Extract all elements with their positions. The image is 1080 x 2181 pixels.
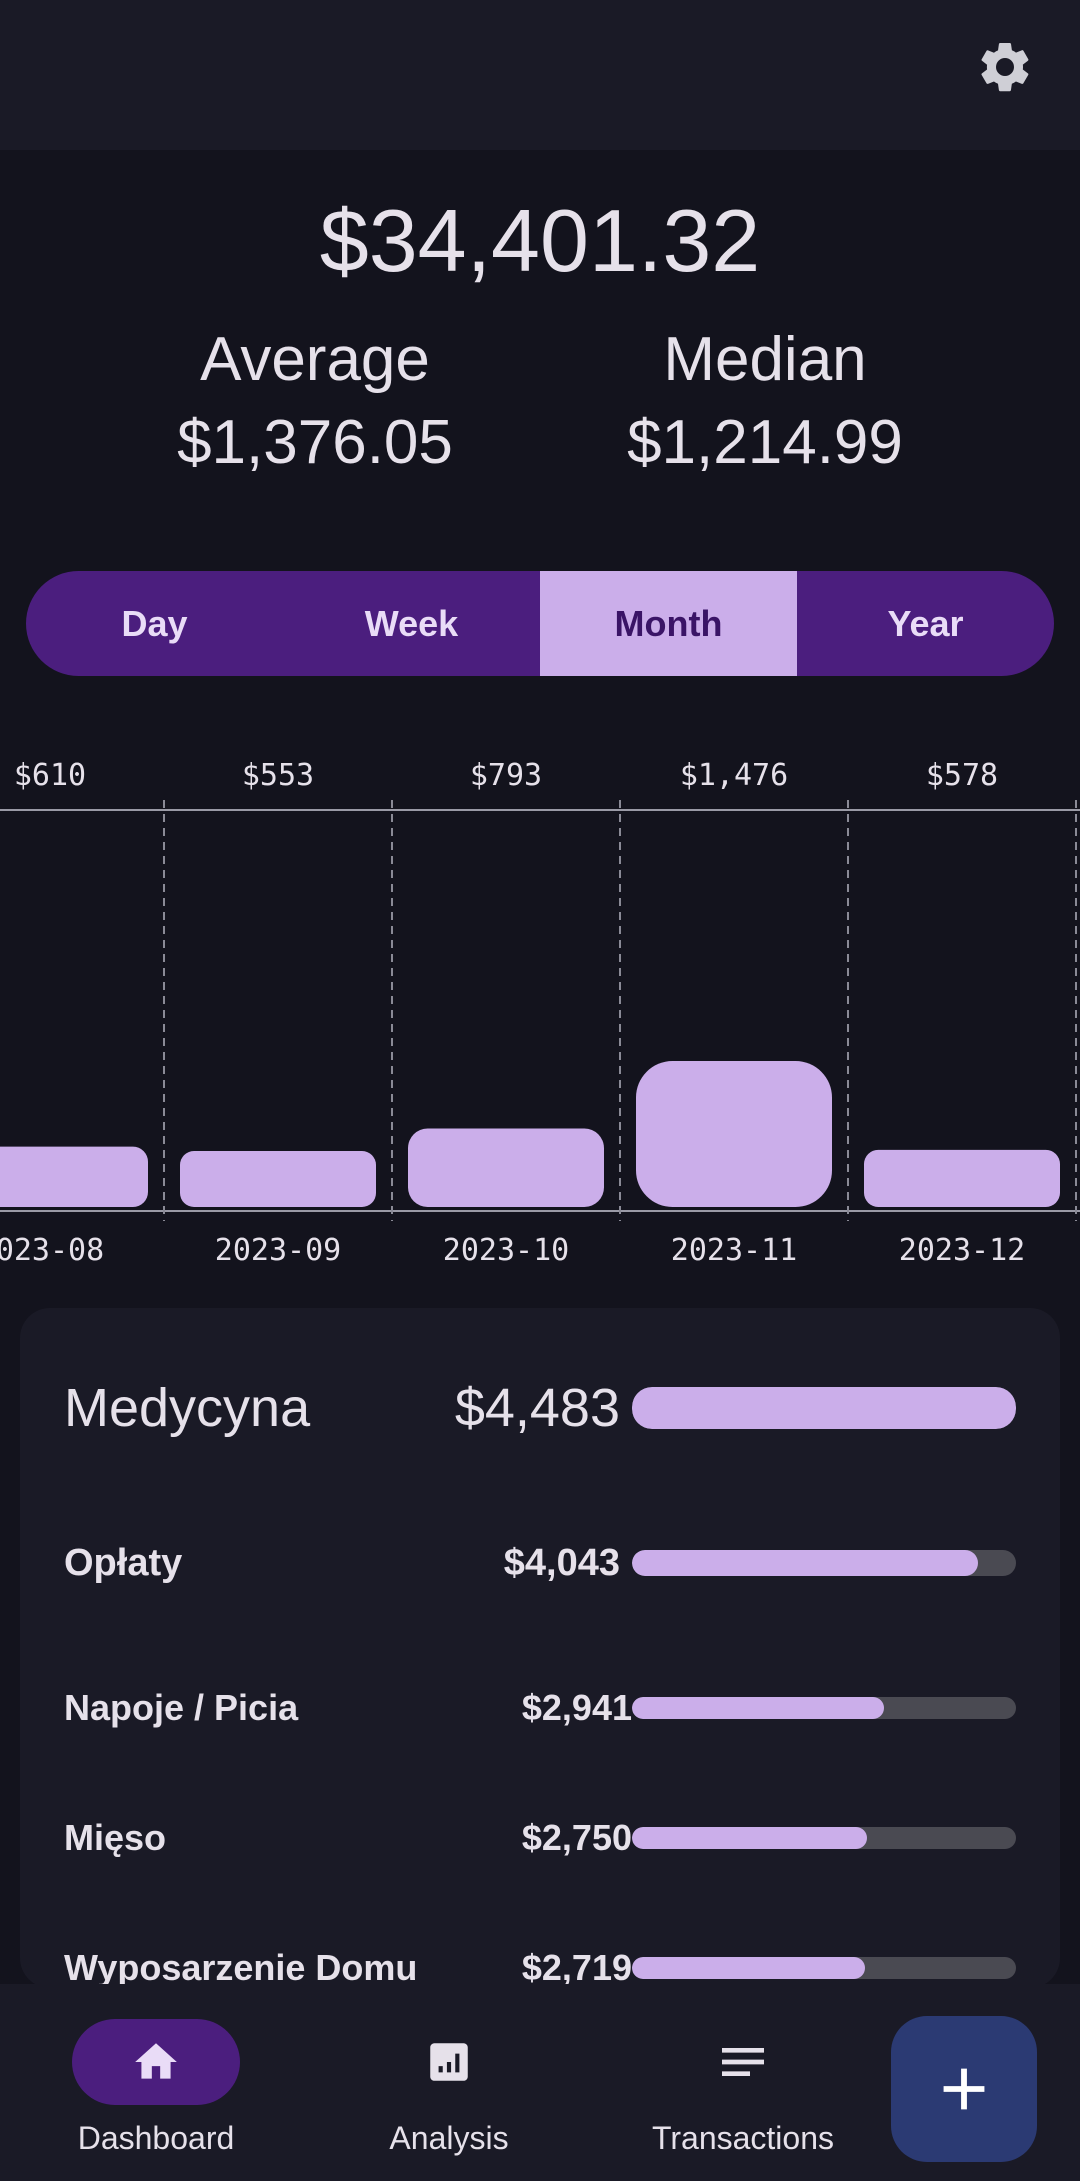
- chart-bar[interactable]: [636, 1061, 832, 1207]
- median-label: Median: [663, 325, 867, 394]
- category-name: Opłaty: [64, 1542, 183, 1584]
- nav-analysis[interactable]: Analysis: [365, 1984, 533, 2181]
- chart-value-label: $1,476: [680, 758, 788, 793]
- chart-bar[interactable]: [408, 1128, 604, 1207]
- chart-canvas: $610 023-08 $553 2023-09 $793 2023-10 $1,476 20…: [0, 758, 1080, 1268]
- nav-transactions-label: Transactions: [652, 2120, 834, 2156]
- chart-x-label: 2023-10: [443, 1233, 569, 1268]
- category-name: Medycyna: [64, 1378, 311, 1438]
- category-amount: $2,719: [521, 1947, 632, 1988]
- chart-x-label: 2023-09: [215, 1233, 341, 1268]
- monthly-bar-chart[interactable]: $610 023-08 $553 2023-09 $793 2023-10 $1,476 20…: [0, 740, 1080, 1280]
- chart-bar[interactable]: [0, 1146, 148, 1207]
- category-progress-bar: [632, 1827, 1016, 1849]
- category-progress-bar: [632, 1550, 1016, 1576]
- period-year[interactable]: Year: [797, 571, 1054, 676]
- category-progress-fill: [632, 1387, 1016, 1429]
- average-value: $1,376.05: [177, 408, 453, 477]
- category-amount: $4,483: [454, 1378, 620, 1438]
- period-day[interactable]: Day: [26, 571, 283, 676]
- median-value: $1,214.99: [627, 408, 903, 477]
- category-row[interactable]: Mięso $2,750: [20, 1808, 1060, 1868]
- category-progress-bar: [632, 1957, 1016, 1979]
- category-progress-fill: [632, 1957, 865, 1979]
- period-selector: Day Week Month Year: [26, 571, 1054, 676]
- nav-dashboard-label: Dashboard: [77, 2120, 235, 2156]
- category-name: Napoje / Picia: [64, 1687, 299, 1728]
- category-row[interactable]: Napoje / Picia $2,941: [20, 1678, 1060, 1738]
- plus-icon: [943, 2068, 985, 2110]
- analysis-icon: [365, 2034, 533, 2090]
- gear-icon[interactable]: [975, 37, 1035, 97]
- category-name: Wyposarzenie Domu: [64, 1947, 418, 1988]
- category-progress-bar: [632, 1387, 1016, 1429]
- add-transaction-button[interactable]: [891, 2016, 1037, 2162]
- period-week[interactable]: Week: [283, 571, 540, 676]
- nav-dashboard[interactable]: Dashboard: [72, 1984, 240, 2181]
- average-stat: Average $1,376.05: [115, 320, 515, 485]
- category-breakdown: Medycyna $4,483 Opłaty $4,043 Napoje / Picia…: [20, 1308, 1060, 1988]
- nav-transactions[interactable]: Transactions: [652, 1984, 834, 2181]
- chart-value-label: $793: [470, 758, 542, 793]
- average-label: Average: [200, 325, 430, 394]
- chart-bar[interactable]: [864, 1149, 1060, 1207]
- category-amount: $4,043: [503, 1542, 620, 1584]
- total-amount: $34,401.32: [319, 191, 761, 290]
- category-amount: $2,941: [521, 1687, 632, 1728]
- chart-value-label: $578: [926, 758, 998, 793]
- category-row[interactable]: Medycyna $4,483: [20, 1363, 1060, 1453]
- category-row[interactable]: Opłaty $4,043: [20, 1533, 1060, 1593]
- home-icon: [72, 2034, 240, 2090]
- chart-x-label: 2023-11: [671, 1233, 797, 1268]
- category-amount: $2,750: [521, 1817, 632, 1858]
- category-progress-fill: [632, 1697, 884, 1719]
- chart-value-label: $553: [242, 758, 314, 793]
- category-progress-bar: [632, 1697, 1016, 1719]
- category-progress-fill: [632, 1827, 868, 1849]
- period-month[interactable]: Month: [540, 571, 797, 676]
- top-app-bar: [0, 0, 1080, 150]
- category-row[interactable]: Wyposarzenie Domu $2,719: [20, 1938, 1060, 1988]
- list-icon: [659, 2034, 827, 2090]
- category-progress-fill: [632, 1550, 979, 1576]
- median-stat: Median $1,214.99: [565, 320, 965, 485]
- chart-x-label: 2023-12: [899, 1233, 1025, 1268]
- chart-bar[interactable]: [180, 1151, 376, 1207]
- category-name: Mięso: [64, 1817, 167, 1858]
- chart-x-label: 023-08: [0, 1233, 104, 1268]
- nav-analysis-label: Analysis: [389, 2120, 509, 2156]
- chart-value-label: $610: [14, 758, 86, 793]
